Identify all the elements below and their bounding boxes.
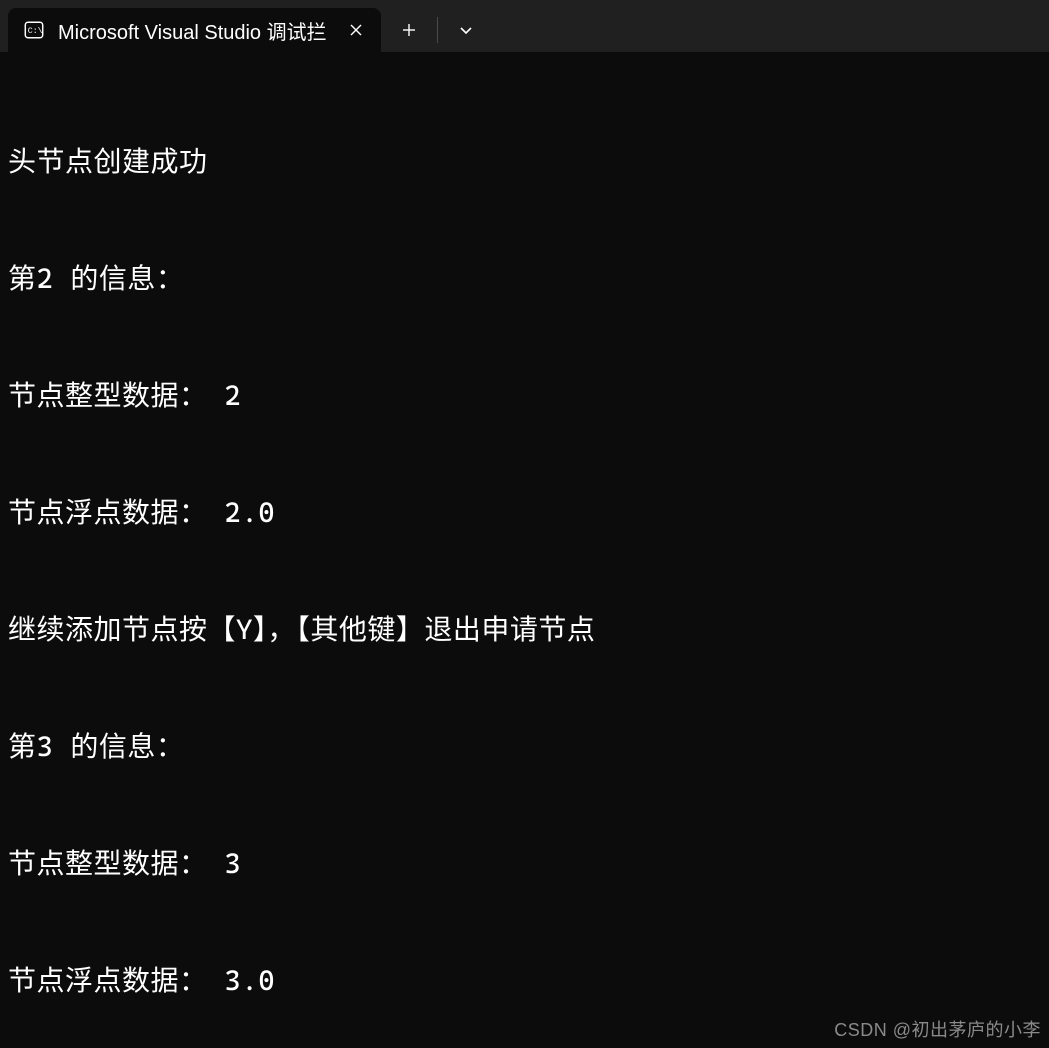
new-tab-button[interactable]: [381, 8, 437, 52]
console-line: 头节点创建成功: [8, 142, 1041, 181]
console-output[interactable]: 头节点创建成功 第2 的信息： 节点整型数据： 2 节点浮点数据： 2.0 继续…: [0, 52, 1049, 1048]
svg-text:C:\: C:\: [28, 26, 43, 36]
console-line: 节点浮点数据： 2.0: [8, 493, 1041, 532]
console-line: 继续添加节点按【Y】，【其他键】退出申请节点: [8, 610, 1041, 649]
console-line: 第3 的信息：: [8, 727, 1041, 766]
tab-dropdown-button[interactable]: [438, 8, 494, 52]
active-tab[interactable]: C:\ Microsoft Visual Studio 调试拦: [8, 8, 381, 52]
console-line: 节点整型数据： 2: [8, 376, 1041, 415]
watermark: CSDN @初出茅庐的小李: [834, 1016, 1041, 1042]
tab-title: Microsoft Visual Studio 调试拦: [58, 16, 327, 45]
terminal-icon: C:\: [22, 18, 46, 42]
console-line: 节点浮点数据： 3.0: [8, 961, 1041, 1000]
title-bar: C:\ Microsoft Visual Studio 调试拦: [0, 0, 1049, 52]
close-tab-button[interactable]: [339, 13, 373, 47]
console-line: 节点整型数据： 3: [8, 844, 1041, 883]
console-line: 第2 的信息：: [8, 259, 1041, 298]
